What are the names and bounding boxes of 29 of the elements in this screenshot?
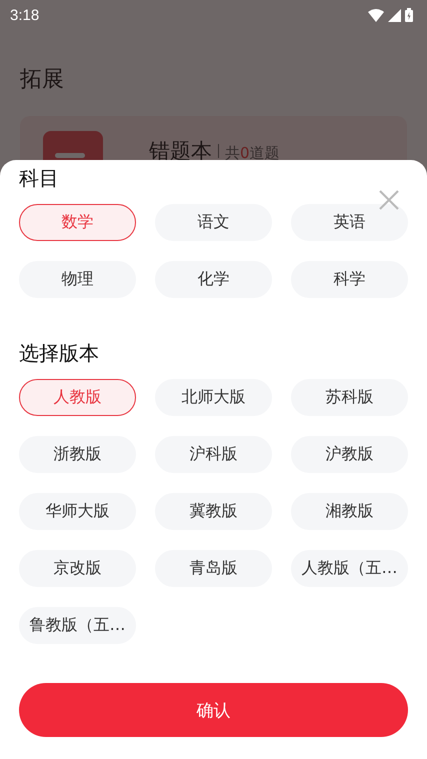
option-chip[interactable]: 语文 [155, 204, 272, 241]
battery-icon [405, 8, 413, 22]
option-chip[interactable]: 科学 [291, 261, 408, 298]
confirm-button[interactable]: 确认 [19, 683, 408, 737]
wifi-icon [368, 8, 384, 22]
option-chip[interactable]: 湘教版 [291, 493, 408, 530]
option-chip[interactable]: 沪教版 [291, 436, 408, 473]
option-chip[interactable]: 鲁教版（五… [19, 607, 136, 644]
section-title: 选择版本 [19, 341, 100, 365]
signal-icon [388, 8, 401, 22]
option-chip[interactable]: 北师大版 [155, 379, 272, 416]
option-chip[interactable]: 化学 [155, 261, 272, 298]
option-chip[interactable]: 浙教版 [19, 436, 136, 473]
option-chip[interactable]: 英语 [291, 204, 408, 241]
close-icon[interactable] [379, 190, 399, 210]
option-chip[interactable]: 数学 [19, 204, 136, 241]
option-chip[interactable]: 人教版 [19, 379, 136, 416]
status-time: 3:18 [10, 6, 40, 24]
option-chip[interactable]: 物理 [19, 261, 136, 298]
question-count: 共0道题 [225, 144, 280, 160]
option-chip[interactable]: 沪科版 [155, 436, 272, 473]
option-chip[interactable]: 华师大版 [19, 493, 136, 530]
section-title: 科目 [19, 166, 60, 190]
option-chip[interactable]: 人教版（五… [291, 550, 408, 587]
option-chip[interactable]: 冀教版 [155, 493, 272, 530]
option-chip[interactable]: 青岛版 [155, 550, 272, 587]
option-chip[interactable]: 京改版 [19, 550, 136, 587]
page-title: 拓展 [20, 66, 65, 94]
option-chip[interactable]: 苏科版 [291, 379, 408, 416]
